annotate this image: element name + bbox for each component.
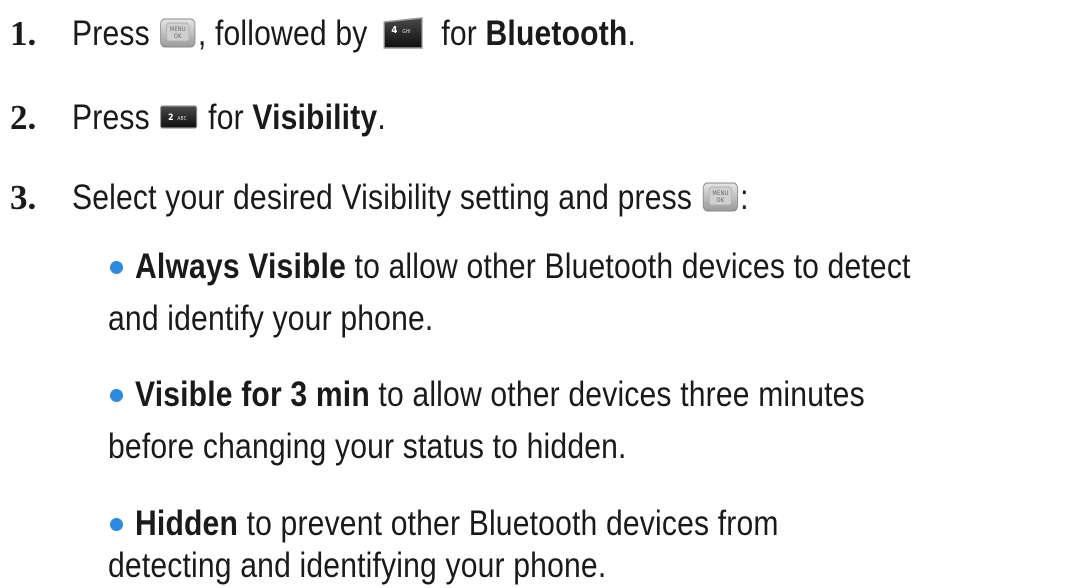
step-1-end: . bbox=[627, 14, 637, 53]
option-visible-3-min-line-2: before changing your status to hidden. bbox=[108, 427, 627, 467]
option-always-visible-label: Always Visible bbox=[135, 247, 346, 286]
step-3-instruction: Select your desired Visibility setting a… bbox=[72, 178, 693, 217]
step-1-press-label: Press bbox=[72, 14, 150, 53]
step-number-3: 3. bbox=[10, 178, 37, 217]
svg-text:MENU: MENU bbox=[170, 26, 186, 32]
step-3-end: : bbox=[740, 178, 749, 217]
step-2-target-visibility: Visibility bbox=[252, 98, 378, 137]
step-2-press-label: Press bbox=[72, 98, 150, 137]
bullet-always-visible bbox=[110, 261, 123, 274]
step-1-followed-by: , followed by bbox=[197, 14, 368, 53]
bullet-hidden bbox=[110, 518, 123, 531]
step-2-for: for bbox=[208, 98, 244, 137]
option-hidden-desc-1: to prevent other Bluetooth devices from bbox=[238, 504, 779, 543]
option-always-visible-line-2: and identify your phone. bbox=[108, 299, 433, 339]
svg-text:ABC: ABC bbox=[178, 115, 187, 121]
svg-text:MENU: MENU bbox=[712, 190, 728, 196]
step-1-for: for bbox=[441, 14, 477, 53]
option-visible-3-min-desc-2: before changing your status to hidden. bbox=[108, 427, 627, 466]
option-visible-3-min-line-1: Visible for 3 min to allow other devices… bbox=[135, 375, 865, 415]
svg-text:2: 2 bbox=[168, 111, 174, 122]
option-always-visible-desc-2: and identify your phone. bbox=[108, 299, 434, 338]
svg-text:4: 4 bbox=[391, 24, 397, 36]
step-number-2: 2. bbox=[10, 98, 37, 137]
step-2-end: . bbox=[377, 98, 386, 137]
option-hidden-line-1: Hidden to prevent other Bluetooth device… bbox=[135, 504, 779, 544]
menu-ok-key-icon: MENU OK bbox=[160, 18, 196, 48]
option-hidden-label: Hidden bbox=[135, 504, 239, 543]
option-hidden-desc-2: detecting and identifying your phone. bbox=[108, 546, 607, 585]
svg-text:GHI: GHI bbox=[402, 28, 410, 34]
step-1-target-bluetooth: Bluetooth bbox=[485, 14, 628, 53]
step-number-1: 1. bbox=[10, 14, 37, 53]
bullet-visible-3-min bbox=[110, 389, 123, 402]
key-4-ghi-icon: 4 GHI bbox=[381, 16, 424, 50]
step-3-text: Select your desired Visibility setting a… bbox=[72, 178, 749, 218]
step-1-text: Press MENU OK , followed by 4 GHI for Bl… bbox=[72, 14, 636, 54]
option-hidden-line-2: detecting and identifying your phone. bbox=[108, 546, 606, 586]
option-always-visible-line-1: Always Visible to allow other Bluetooth … bbox=[135, 247, 911, 287]
key-2-abc-icon: 2 ABC bbox=[160, 105, 198, 129]
svg-text:OK: OK bbox=[716, 197, 724, 203]
option-visible-3-min-desc-1: to allow other devices three minutes bbox=[369, 375, 865, 414]
step-2-text: Press 2 ABC for Visibility. bbox=[72, 98, 386, 138]
option-always-visible-desc-1: to allow other Bluetooth devices to dete… bbox=[345, 247, 911, 286]
menu-ok-key-icon: MENU OK bbox=[702, 182, 739, 212]
svg-text:OK: OK bbox=[174, 33, 182, 39]
option-visible-3-min-label: Visible for 3 min bbox=[135, 375, 370, 414]
